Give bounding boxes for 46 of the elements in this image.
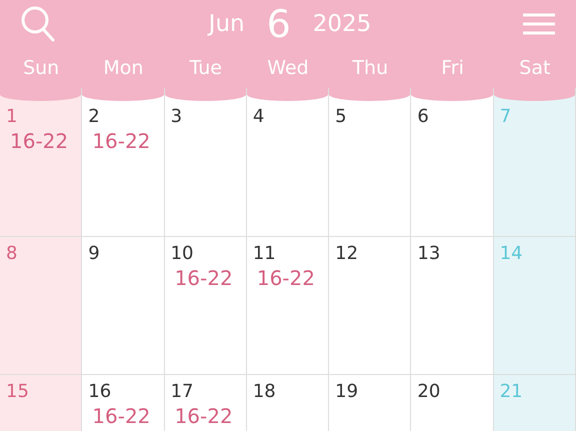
day-cell[interactable]: 10 16-22	[164, 237, 247, 374]
weekday-label: Tue	[189, 56, 222, 81]
shift-time: 16-22	[92, 403, 150, 429]
weekday-label: Sun	[23, 56, 60, 81]
weekday-label: Mon	[103, 56, 144, 81]
day-number: 3	[170, 106, 182, 128]
search-icon[interactable]	[20, 5, 56, 43]
year-label: 2025	[312, 10, 372, 39]
day-number: 18	[252, 381, 276, 403]
day-number: 7	[500, 106, 512, 128]
weekday-label: Thu	[352, 56, 388, 81]
day-number: 17	[170, 381, 194, 403]
day-number: 13	[417, 243, 440, 265]
day-number: 21	[500, 381, 523, 403]
shift-time: 16-22	[10, 128, 68, 154]
day-cell[interactable]: 6	[411, 88, 494, 236]
day-number: 6	[417, 106, 429, 128]
day-number: 16	[88, 381, 112, 403]
month-number: 6	[266, 5, 291, 43]
day-number: 14	[500, 243, 523, 265]
day-number: 12	[335, 243, 358, 265]
weekday-label: Fri	[441, 56, 464, 81]
day-number: 20	[417, 381, 440, 403]
day-number: 1	[6, 106, 18, 128]
day-number: 9	[88, 243, 100, 265]
shift-time: 16-22	[256, 265, 315, 291]
day-cell[interactable]: 2 16-22	[82, 88, 165, 236]
day-number: 11	[252, 243, 276, 265]
day-number: 10	[170, 243, 194, 265]
month-label: Jun	[208, 10, 245, 39]
menu-icon[interactable]	[522, 13, 556, 35]
day-number: 5	[335, 106, 347, 128]
shift-time: 16-22	[92, 128, 150, 154]
day-cell[interactable]: 3	[164, 88, 247, 236]
day-cell[interactable]: 4	[246, 88, 330, 236]
weekday-label: Wed	[267, 56, 309, 81]
day-number: 4	[252, 106, 264, 128]
day-cell[interactable]: 5	[329, 88, 412, 236]
day-number: 15	[6, 381, 29, 403]
weekday-label: Sat	[519, 56, 550, 81]
day-number: 2	[88, 106, 100, 128]
day-cell[interactable]: 17 16-22	[164, 375, 247, 431]
shift-time: 16-22	[174, 265, 233, 291]
shift-time: 16-22	[174, 403, 233, 429]
day-number: 8	[6, 243, 18, 265]
day-number: 19	[335, 381, 358, 403]
